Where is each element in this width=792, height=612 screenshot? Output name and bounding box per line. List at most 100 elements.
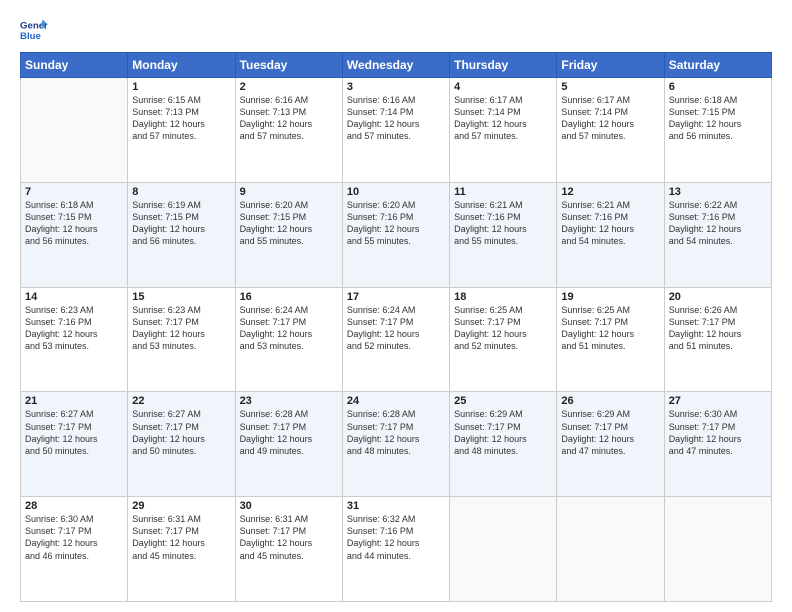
day-info: Sunrise: 6:31 AMSunset: 7:17 PMDaylight:… (240, 513, 338, 562)
day-info: Sunrise: 6:20 AMSunset: 7:16 PMDaylight:… (347, 199, 445, 248)
day-cell: 9Sunrise: 6:20 AMSunset: 7:15 PMDaylight… (235, 182, 342, 287)
logo-icon: General Blue (20, 16, 48, 44)
day-cell: 19Sunrise: 6:25 AMSunset: 7:17 PMDayligh… (557, 287, 664, 392)
day-info: Sunrise: 6:24 AMSunset: 7:17 PMDaylight:… (240, 304, 338, 353)
day-number: 29 (132, 500, 230, 512)
day-number: 27 (669, 395, 767, 407)
day-info: Sunrise: 6:27 AMSunset: 7:17 PMDaylight:… (25, 408, 123, 457)
weekday-header-wednesday: Wednesday (342, 53, 449, 78)
day-info: Sunrise: 6:22 AMSunset: 7:16 PMDaylight:… (669, 199, 767, 248)
weekday-header-thursday: Thursday (450, 53, 557, 78)
week-row-5: 28Sunrise: 6:30 AMSunset: 7:17 PMDayligh… (21, 497, 772, 602)
day-number: 1 (132, 81, 230, 93)
day-info: Sunrise: 6:32 AMSunset: 7:16 PMDaylight:… (347, 513, 445, 562)
day-info: Sunrise: 6:20 AMSunset: 7:15 PMDaylight:… (240, 199, 338, 248)
weekday-header-tuesday: Tuesday (235, 53, 342, 78)
day-cell: 21Sunrise: 6:27 AMSunset: 7:17 PMDayligh… (21, 392, 128, 497)
weekday-header-monday: Monday (128, 53, 235, 78)
day-info: Sunrise: 6:31 AMSunset: 7:17 PMDaylight:… (132, 513, 230, 562)
day-cell: 10Sunrise: 6:20 AMSunset: 7:16 PMDayligh… (342, 182, 449, 287)
day-number: 8 (132, 186, 230, 198)
day-cell (450, 497, 557, 602)
day-info: Sunrise: 6:27 AMSunset: 7:17 PMDaylight:… (132, 408, 230, 457)
day-number: 23 (240, 395, 338, 407)
day-cell: 31Sunrise: 6:32 AMSunset: 7:16 PMDayligh… (342, 497, 449, 602)
svg-text:Blue: Blue (20, 31, 41, 42)
day-cell: 20Sunrise: 6:26 AMSunset: 7:17 PMDayligh… (664, 287, 771, 392)
day-info: Sunrise: 6:18 AMSunset: 7:15 PMDaylight:… (25, 199, 123, 248)
day-cell: 6Sunrise: 6:18 AMSunset: 7:15 PMDaylight… (664, 78, 771, 183)
day-cell: 7Sunrise: 6:18 AMSunset: 7:15 PMDaylight… (21, 182, 128, 287)
day-info: Sunrise: 6:23 AMSunset: 7:16 PMDaylight:… (25, 304, 123, 353)
day-number: 13 (669, 186, 767, 198)
week-row-1: 1Sunrise: 6:15 AMSunset: 7:13 PMDaylight… (21, 78, 772, 183)
day-info: Sunrise: 6:21 AMSunset: 7:16 PMDaylight:… (561, 199, 659, 248)
day-number: 7 (25, 186, 123, 198)
day-info: Sunrise: 6:21 AMSunset: 7:16 PMDaylight:… (454, 199, 552, 248)
day-number: 26 (561, 395, 659, 407)
day-number: 4 (454, 81, 552, 93)
day-cell: 18Sunrise: 6:25 AMSunset: 7:17 PMDayligh… (450, 287, 557, 392)
day-info: Sunrise: 6:15 AMSunset: 7:13 PMDaylight:… (132, 94, 230, 143)
day-number: 2 (240, 81, 338, 93)
day-number: 14 (25, 291, 123, 303)
day-cell: 2Sunrise: 6:16 AMSunset: 7:13 PMDaylight… (235, 78, 342, 183)
day-info: Sunrise: 6:28 AMSunset: 7:17 PMDaylight:… (240, 408, 338, 457)
header: General Blue (20, 16, 772, 44)
day-number: 30 (240, 500, 338, 512)
day-info: Sunrise: 6:23 AMSunset: 7:17 PMDaylight:… (132, 304, 230, 353)
week-row-4: 21Sunrise: 6:27 AMSunset: 7:17 PMDayligh… (21, 392, 772, 497)
weekday-header-row: SundayMondayTuesdayWednesdayThursdayFrid… (21, 53, 772, 78)
day-cell: 28Sunrise: 6:30 AMSunset: 7:17 PMDayligh… (21, 497, 128, 602)
calendar-table: SundayMondayTuesdayWednesdayThursdayFrid… (20, 52, 772, 602)
day-cell: 12Sunrise: 6:21 AMSunset: 7:16 PMDayligh… (557, 182, 664, 287)
day-info: Sunrise: 6:19 AMSunset: 7:15 PMDaylight:… (132, 199, 230, 248)
day-info: Sunrise: 6:26 AMSunset: 7:17 PMDaylight:… (669, 304, 767, 353)
day-cell: 5Sunrise: 6:17 AMSunset: 7:14 PMDaylight… (557, 78, 664, 183)
day-cell: 30Sunrise: 6:31 AMSunset: 7:17 PMDayligh… (235, 497, 342, 602)
day-number: 10 (347, 186, 445, 198)
day-number: 31 (347, 500, 445, 512)
day-info: Sunrise: 6:30 AMSunset: 7:17 PMDaylight:… (25, 513, 123, 562)
day-info: Sunrise: 6:25 AMSunset: 7:17 PMDaylight:… (561, 304, 659, 353)
day-number: 12 (561, 186, 659, 198)
weekday-header-saturday: Saturday (664, 53, 771, 78)
day-cell (21, 78, 128, 183)
day-cell: 29Sunrise: 6:31 AMSunset: 7:17 PMDayligh… (128, 497, 235, 602)
day-info: Sunrise: 6:16 AMSunset: 7:13 PMDaylight:… (240, 94, 338, 143)
day-cell (664, 497, 771, 602)
day-number: 11 (454, 186, 552, 198)
day-cell: 13Sunrise: 6:22 AMSunset: 7:16 PMDayligh… (664, 182, 771, 287)
day-number: 15 (132, 291, 230, 303)
day-cell: 3Sunrise: 6:16 AMSunset: 7:14 PMDaylight… (342, 78, 449, 183)
day-info: Sunrise: 6:28 AMSunset: 7:17 PMDaylight:… (347, 408, 445, 457)
day-cell: 27Sunrise: 6:30 AMSunset: 7:17 PMDayligh… (664, 392, 771, 497)
day-number: 25 (454, 395, 552, 407)
day-number: 24 (347, 395, 445, 407)
day-number: 28 (25, 500, 123, 512)
day-number: 20 (669, 291, 767, 303)
day-number: 3 (347, 81, 445, 93)
day-info: Sunrise: 6:18 AMSunset: 7:15 PMDaylight:… (669, 94, 767, 143)
day-cell: 23Sunrise: 6:28 AMSunset: 7:17 PMDayligh… (235, 392, 342, 497)
day-cell: 1Sunrise: 6:15 AMSunset: 7:13 PMDaylight… (128, 78, 235, 183)
day-cell: 16Sunrise: 6:24 AMSunset: 7:17 PMDayligh… (235, 287, 342, 392)
day-cell: 11Sunrise: 6:21 AMSunset: 7:16 PMDayligh… (450, 182, 557, 287)
week-row-2: 7Sunrise: 6:18 AMSunset: 7:15 PMDaylight… (21, 182, 772, 287)
day-number: 6 (669, 81, 767, 93)
day-info: Sunrise: 6:17 AMSunset: 7:14 PMDaylight:… (561, 94, 659, 143)
day-number: 5 (561, 81, 659, 93)
page: General Blue SundayMondayTuesdayWednesda… (0, 0, 792, 612)
day-number: 21 (25, 395, 123, 407)
day-info: Sunrise: 6:25 AMSunset: 7:17 PMDaylight:… (454, 304, 552, 353)
day-number: 16 (240, 291, 338, 303)
day-cell (557, 497, 664, 602)
day-info: Sunrise: 6:30 AMSunset: 7:17 PMDaylight:… (669, 408, 767, 457)
day-info: Sunrise: 6:17 AMSunset: 7:14 PMDaylight:… (454, 94, 552, 143)
day-number: 18 (454, 291, 552, 303)
day-info: Sunrise: 6:29 AMSunset: 7:17 PMDaylight:… (561, 408, 659, 457)
day-cell: 17Sunrise: 6:24 AMSunset: 7:17 PMDayligh… (342, 287, 449, 392)
day-info: Sunrise: 6:29 AMSunset: 7:17 PMDaylight:… (454, 408, 552, 457)
day-info: Sunrise: 6:16 AMSunset: 7:14 PMDaylight:… (347, 94, 445, 143)
day-cell: 14Sunrise: 6:23 AMSunset: 7:16 PMDayligh… (21, 287, 128, 392)
